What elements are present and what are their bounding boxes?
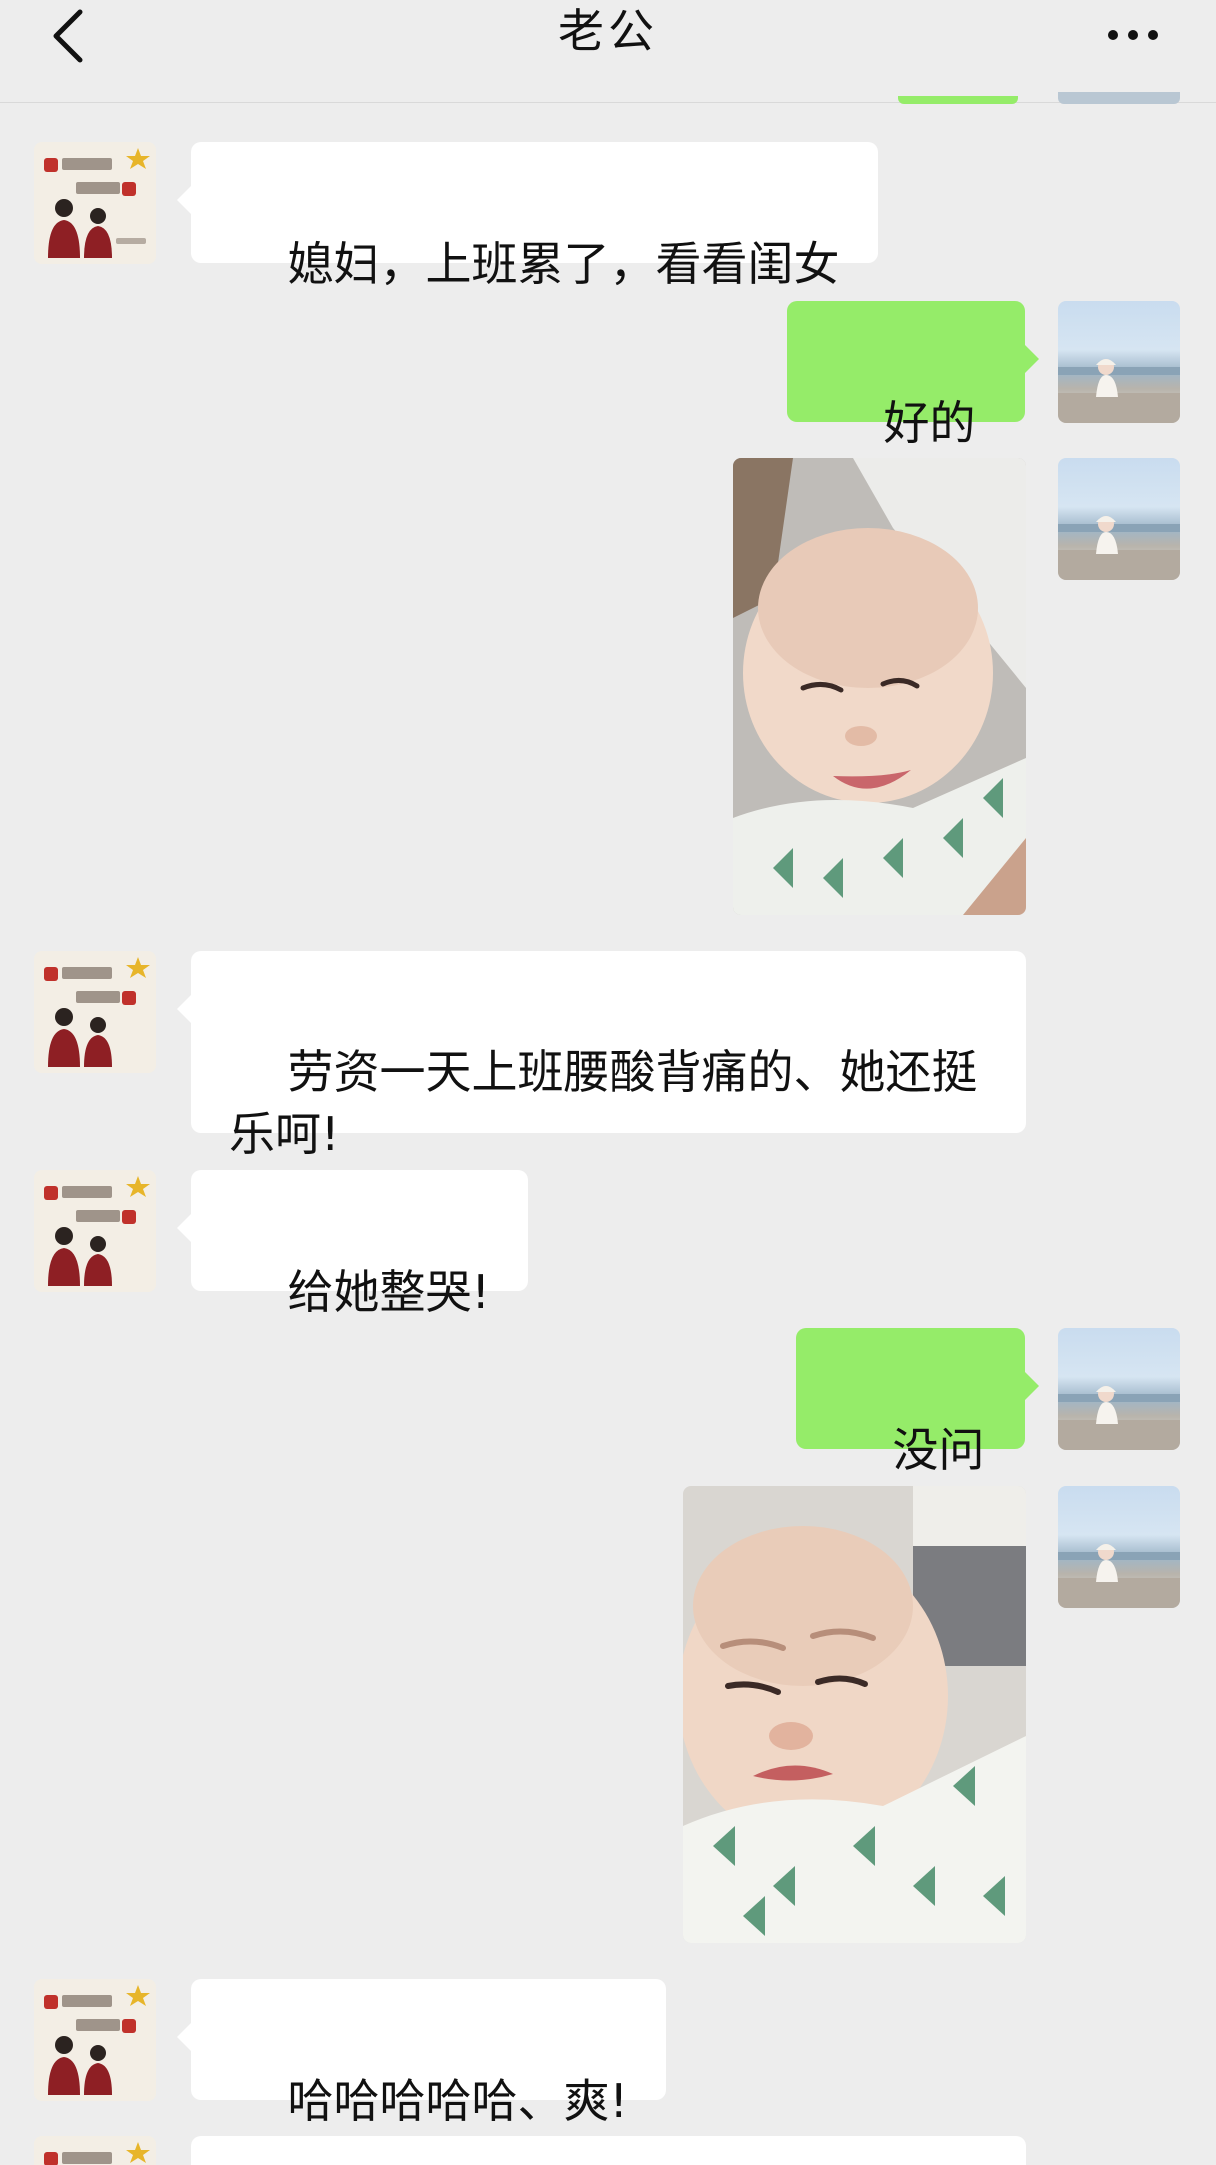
message-text: 给她整哭! [287,1265,490,1319]
husband-avatar[interactable] [34,1170,156,1292]
chat-header: 老公 [0,0,1216,103]
smiling-baby-photo[interactable] [733,458,1026,915]
couple-avatar-image [34,142,156,264]
baby-image [733,458,1026,915]
more-dot [1148,30,1158,40]
my-avatar[interactable] [1058,301,1180,423]
message-text: 好的 [883,396,976,450]
seaside-avatar-image [1058,516,1180,580]
seaside-avatar-image [1058,1386,1180,1450]
baby-image [683,1486,1026,1943]
my-avatar[interactable] [1058,1328,1180,1450]
previous-message-bubble-peek [898,96,1018,104]
message-bubble-sent[interactable]: 好的 [787,301,1039,562]
message-bubble-received[interactable]: 劳资一天上班腰酸背痛的、她还挺 乐呵! [177,951,1026,1161]
message-bubble-received[interactable]: 给她整哭! [177,1170,528,1319]
seaside-avatar-image [1058,359,1180,423]
couple-avatar-image [34,1170,156,1292]
husband-avatar[interactable] [34,951,156,1073]
couple-avatar-image [34,951,156,1073]
message-bubble-received-partial[interactable] [191,2136,1026,2165]
page-title: 老公 [558,4,658,58]
message-text: 媳妇，上班累了，看看闺女 [287,237,840,291]
chat-screen: 老公 媳妇，上班累了，看看闺女 好的 劳资一天上班腰酸背痛的、她还挺 乐呵! 给… [0,0,1216,2165]
couple-avatar-image [34,2136,156,2165]
previous-avatar-peek [1058,92,1180,104]
my-avatar[interactable] [1058,1486,1180,1608]
message-bubble-sent[interactable]: 没问题 [796,1328,1039,1539]
message-bubble-received[interactable]: 媳妇，上班累了，看看闺女 [177,142,878,291]
message-text: 哈哈哈哈哈、爽! [287,2074,628,2128]
more-dots-icon [1108,30,1118,40]
seaside-avatar-image [1058,1544,1180,1608]
more-button[interactable] [1106,8,1176,58]
crying-baby-photo[interactable] [683,1486,1026,1943]
husband-avatar[interactable] [34,142,156,264]
husband-avatar[interactable] [34,1979,156,2101]
message-text: 劳资一天上班腰酸背痛的、她还挺 乐呵! [229,1045,978,1161]
more-dot [1128,30,1138,40]
husband-avatar[interactable] [34,2136,156,2165]
message-bubble-received[interactable]: 哈哈哈哈哈、爽! [177,1979,666,2128]
my-avatar[interactable] [1058,458,1180,580]
couple-avatar-image [34,1979,156,2101]
